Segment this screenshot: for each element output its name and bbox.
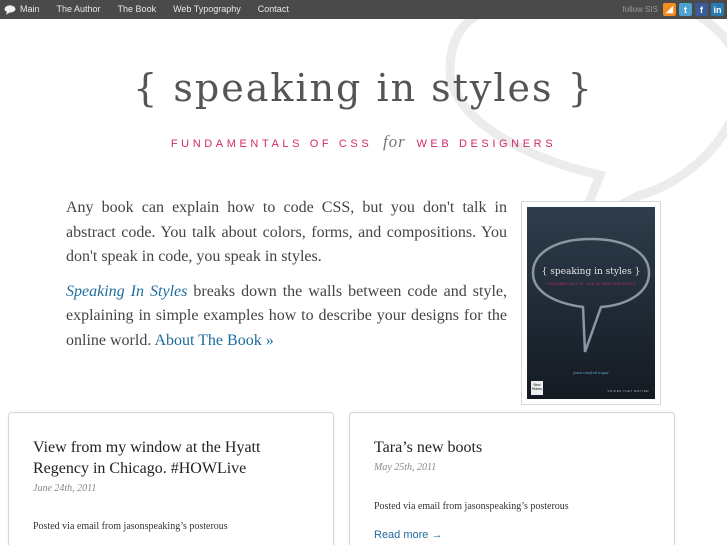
post-date: May 25th, 2011 — [374, 462, 437, 473]
about-the-book-link[interactable]: About The Book » — [154, 332, 273, 349]
post-excerpt: Posted via email from jasonspeaking’s po… — [374, 501, 569, 512]
post-card: View from my window at the Hyatt Regency… — [8, 412, 334, 545]
post-card: Tara’s new boots May 25th, 2011 Posted v… — [349, 412, 675, 545]
nav-contact[interactable]: Contact — [258, 0, 289, 19]
post-title[interactable]: View from my window at the Hyatt Regency… — [33, 437, 313, 479]
cover-tagline: VOICES THAT MATTER — [607, 389, 649, 393]
linkedin-icon[interactable]: in — [711, 3, 724, 16]
subtitle-right: WEB DESIGNERS — [416, 138, 557, 150]
nav-web-typography[interactable]: Web Typography — [173, 0, 241, 19]
post-title[interactable]: Tara’s new boots — [374, 437, 654, 458]
read-more-link[interactable]: Read more → — [374, 529, 442, 541]
cover-author: jason cranford teague — [573, 370, 609, 375]
post-date: June 24th, 2011 — [33, 483, 97, 494]
site-title: { speaking in styles } — [133, 66, 594, 110]
book-cover-frame[interactable]: { speaking in styles } FUNDAMENTALS OF C… — [521, 201, 661, 405]
top-bar: Main The Author The Book Web Typography … — [0, 0, 727, 19]
nav-main[interactable]: Main — [20, 0, 40, 19]
nav-the-author[interactable]: The Author — [57, 0, 101, 19]
subtitle-left: FUNDAMENTALS OF CSS — [170, 138, 373, 150]
cover-subtitle: FUNDAMENTALS OF CSS for WEB DESIGNERS — [546, 282, 636, 286]
twitter-icon[interactable]: t — [679, 3, 692, 16]
follow-label: follow SIS — [622, 5, 658, 14]
nav-the-book[interactable]: The Book — [118, 0, 157, 19]
intro-paragraph-1: Any book can explain how to code CSS, bu… — [66, 199, 507, 265]
site-subtitle: FUNDAMENTALS OF CSS for WEB DESIGNERS — [0, 132, 727, 152]
follow-links: follow SIS ◢ t f in — [622, 0, 727, 19]
intro-text: Any book can explain how to code CSS, bu… — [66, 196, 507, 353]
book-name-link[interactable]: Speaking In Styles — [66, 283, 187, 300]
book-cover[interactable]: { speaking in styles } FUNDAMENTALS OF C… — [527, 207, 655, 399]
intro-paragraph-2: Speaking In Styles breaks down the walls… — [66, 280, 507, 354]
main-nav: Main The Author The Book Web Typography … — [4, 0, 306, 19]
publisher-logo: New Riders — [531, 381, 543, 395]
subtitle-for: for — [382, 132, 406, 151]
facebook-icon[interactable]: f — [695, 3, 708, 16]
cover-title: { speaking in styles } — [541, 267, 641, 277]
speech-bubble-logo-icon[interactable] — [4, 4, 16, 15]
rss-icon[interactable]: ◢ — [663, 3, 676, 16]
post-excerpt: Posted via email from jasonspeaking’s po… — [33, 521, 228, 532]
